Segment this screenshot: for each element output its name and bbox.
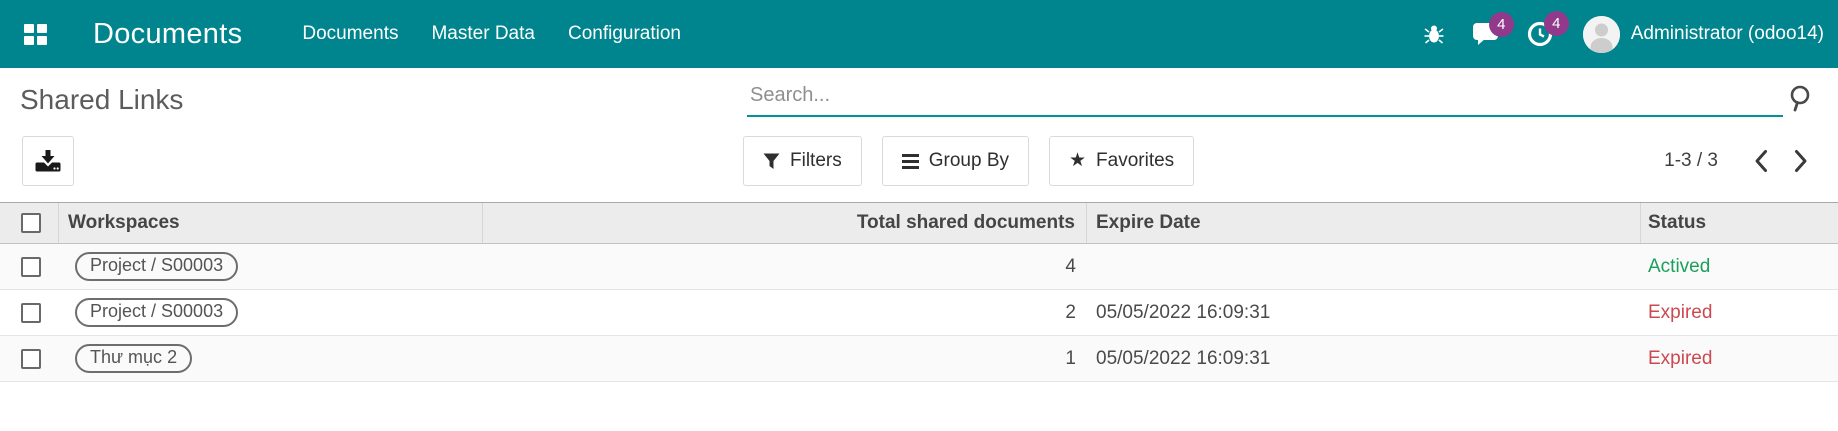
search-input[interactable]: [747, 78, 1783, 117]
table-row[interactable]: Thư mục 2 1 05/05/2022 16:09:31 Expired: [0, 336, 1838, 382]
favorites-button[interactable]: ★ Favorites: [1049, 136, 1195, 186]
header-total-shared-documents[interactable]: Total shared documents: [483, 203, 1087, 243]
person-icon: [1582, 15, 1620, 53]
chevron-right-icon: [1795, 150, 1807, 172]
user-avatar[interactable]: [1582, 15, 1620, 53]
group-by-button[interactable]: Group By: [881, 136, 1029, 186]
expire-date-value: 05/05/2022 16:09:31: [1096, 347, 1271, 369]
pager-range: 1-3 / 3: [1664, 150, 1718, 171]
workspace-tag: Project / S00003: [75, 298, 239, 327]
search-icon[interactable]: [1786, 84, 1813, 117]
menu-item-master-data[interactable]: Master Data: [431, 23, 534, 45]
star-icon: ★: [1069, 149, 1087, 171]
activities-menu[interactable]: 4: [1527, 11, 1569, 47]
total-shared-documents-value: 4: [1065, 255, 1076, 277]
next-page-button[interactable]: [1788, 145, 1814, 177]
messages-count-badge: 4: [1488, 12, 1514, 37]
header-expire-date[interactable]: Expire Date: [1087, 203, 1641, 243]
activities-count-badge: 4: [1543, 11, 1569, 36]
apps-grid-icon[interactable]: [24, 23, 48, 45]
header-status[interactable]: Status: [1641, 203, 1838, 243]
total-shared-documents-value: 1: [1065, 347, 1076, 369]
table-row[interactable]: Project / S00003 4 Actived: [0, 244, 1838, 290]
status-value: Expired: [1648, 347, 1713, 369]
table-header-row: Workspaces Total shared documents Expire…: [0, 202, 1838, 244]
chevron-left-icon: [1755, 150, 1767, 172]
group-by-bars-icon: [901, 153, 919, 169]
top-navbar: Documents Documents Master Data Configur…: [0, 0, 1838, 68]
prev-page-button[interactable]: [1748, 145, 1774, 177]
bug-icon: [1424, 25, 1444, 44]
pager: 1-3 / 3: [1664, 136, 1814, 186]
main-menu: Documents Master Data Configuration: [302, 23, 681, 45]
menu-item-documents[interactable]: Documents: [302, 23, 398, 45]
search-options: Filters Group By ★ Favorites: [743, 136, 1195, 186]
header-workspaces[interactable]: Workspaces: [59, 203, 483, 243]
debug-bug-icon[interactable]: [1424, 23, 1444, 45]
control-panel: Shared Links Filters: [0, 68, 1838, 202]
status-value: Actived: [1648, 255, 1711, 277]
filters-button[interactable]: Filters: [743, 136, 862, 186]
messages-menu[interactable]: 4: [1472, 12, 1514, 46]
workspace-tag: Thư mục 2: [75, 344, 193, 373]
app-brand[interactable]: Documents: [93, 18, 242, 51]
row-checkbox[interactable]: [21, 256, 41, 277]
download-icon: [35, 150, 61, 172]
total-shared-documents-value: 2: [1065, 301, 1076, 323]
shared-links-table: Workspaces Total shared documents Expire…: [0, 202, 1838, 382]
navbar-right: 4 4 Administrator (odoo14): [1396, 11, 1824, 53]
filter-funnel-icon: [763, 153, 780, 169]
page-title: Shared Links: [20, 84, 184, 115]
expire-date-value: 05/05/2022 16:09:31: [1096, 301, 1271, 323]
user-name[interactable]: Administrator (odoo14): [1631, 23, 1824, 45]
row-checkbox[interactable]: [21, 348, 41, 369]
select-all-checkbox[interactable]: [21, 213, 41, 233]
search-bar: [747, 78, 1783, 117]
menu-item-configuration[interactable]: Configuration: [568, 23, 681, 45]
table-row[interactable]: Project / S00003 2 05/05/2022 16:09:31 E…: [0, 290, 1838, 336]
status-value: Expired: [1648, 301, 1713, 323]
row-checkbox[interactable]: [21, 302, 41, 323]
export-download-button[interactable]: [22, 136, 74, 186]
workspace-tag: Project / S00003: [75, 252, 239, 281]
header-checkbox-cell: [0, 203, 59, 243]
